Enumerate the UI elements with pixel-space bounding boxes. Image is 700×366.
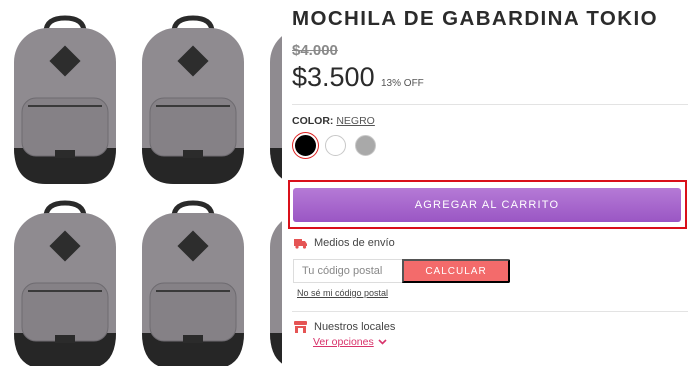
- selected-color: NEGRO: [336, 115, 375, 127]
- old-price: $4.000: [292, 42, 338, 59]
- divider: [292, 311, 688, 312]
- product-gallery: [0, 0, 282, 366]
- product-image[interactable]: [262, 195, 282, 366]
- product-image[interactable]: [134, 10, 252, 188]
- add-to-cart-button[interactable]: AGREGAR AL CARRITO: [293, 188, 681, 222]
- store-icon: [294, 321, 307, 333]
- divider: [292, 104, 688, 105]
- product-image[interactable]: [6, 10, 124, 188]
- view-options-label: Ver opciones: [313, 336, 374, 348]
- color-label: COLOR:: [292, 115, 334, 127]
- product-image[interactable]: [134, 195, 252, 366]
- chevron-down-icon: [378, 339, 387, 345]
- product-image[interactable]: [6, 195, 124, 366]
- unknown-postal-link[interactable]: No sé mi código postal: [297, 288, 388, 298]
- postal-code-input[interactable]: Tu código postal: [293, 259, 402, 283]
- backpack-image: [142, 200, 244, 366]
- stores-header: Nuestros locales: [294, 321, 395, 333]
- color-swatch-negro[interactable]: [295, 135, 316, 156]
- shipping-header: Medios de envío: [294, 237, 395, 249]
- backpack-image: [270, 36, 282, 179]
- backpack-image: [142, 15, 244, 184]
- discount-badge: 13% OFF: [381, 78, 424, 89]
- backpack-image: [14, 200, 116, 366]
- color-swatch-blanco[interactable]: [325, 135, 346, 156]
- color-swatch-gris[interactable]: [355, 135, 376, 156]
- product-image[interactable]: [262, 10, 282, 188]
- stores-title: Nuestros locales: [314, 321, 396, 333]
- product-info: MOCHILA DE GABARDINA TOKIO $4.000 $3.500…: [288, 0, 692, 366]
- view-options-link[interactable]: Ver opciones: [313, 336, 387, 348]
- shipping-title: Medios de envío: [314, 237, 395, 249]
- backpack-image: [270, 221, 282, 364]
- product-title: MOCHILA DE GABARDINA TOKIO: [292, 7, 658, 30]
- truck-icon: [294, 238, 307, 249]
- color-selector-label: COLOR: NEGRO: [292, 115, 375, 127]
- calculate-button[interactable]: CALCULAR: [402, 259, 510, 283]
- current-price: $3.500: [292, 62, 375, 92]
- backpack-image: [14, 15, 116, 184]
